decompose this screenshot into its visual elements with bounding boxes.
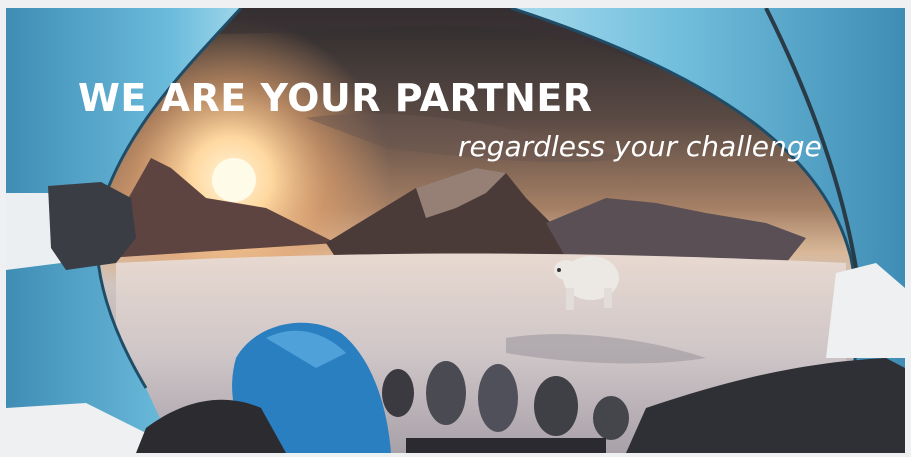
subline: regardless your challenge — [458, 130, 822, 163]
headline: WE ARE YOUR PARTNER — [78, 76, 593, 120]
hero-banner: WE ARE YOUR PARTNER regardless your chal… — [6, 8, 905, 453]
camping-scene-illustration — [6, 8, 905, 453]
sun — [212, 158, 256, 202]
